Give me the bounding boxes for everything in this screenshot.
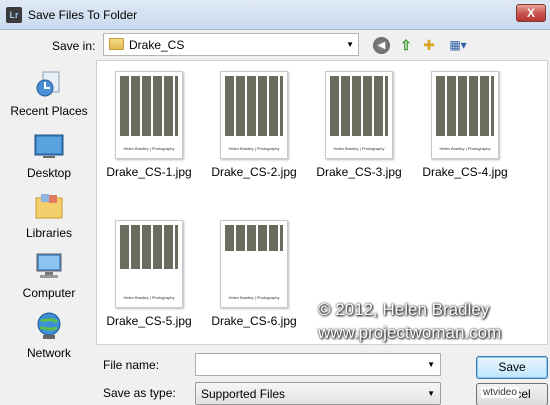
lightroom-app-icon: Lr xyxy=(6,7,22,23)
file-name: Drake_CS-1.jpg xyxy=(106,165,192,179)
views-menu-button[interactable]: ▦▾ xyxy=(445,36,471,54)
places-bar: Recent Places Desktop Libraries Computer… xyxy=(6,62,92,372)
save-as-type-value: Supported Files xyxy=(201,387,286,401)
file-item[interactable]: Helen Bradley | Photography Drake_CS-6.j… xyxy=(204,220,304,328)
file-item[interactable]: Helen Bradley | Photography Drake_CS-5.j… xyxy=(99,220,199,328)
libraries-icon xyxy=(33,190,65,222)
place-label: Libraries xyxy=(25,226,73,240)
file-name: Drake_CS-2.jpg xyxy=(211,165,297,179)
computer-icon xyxy=(33,250,65,282)
thumbnail-caption: Helen Bradley | Photography xyxy=(228,295,280,300)
thumbnail-caption: Helen Bradley | Photography xyxy=(333,146,385,151)
recent-places-icon xyxy=(33,68,65,100)
chevron-down-icon: ▼ xyxy=(346,40,354,49)
back-button[interactable]: ◀ xyxy=(373,37,390,54)
save-in-value: Drake_CS xyxy=(129,38,185,52)
place-network[interactable]: Network xyxy=(6,310,92,360)
chevron-down-icon[interactable]: ▼ xyxy=(427,360,435,369)
file-name: Drake_CS-6.jpg xyxy=(211,314,297,328)
thumbnail-caption: Helen Bradley | Photography xyxy=(123,295,175,300)
place-label: Desktop xyxy=(26,166,72,180)
file-thumbnail: Helen Bradley | Photography xyxy=(325,71,393,159)
save-in-label: Save in: xyxy=(52,39,96,53)
chevron-down-icon: ▼ xyxy=(427,389,435,398)
network-icon xyxy=(33,310,65,342)
save-as-type-select[interactable]: Supported Files ▼ xyxy=(195,382,441,405)
save-in-dropdown[interactable]: Drake_CS ▼ xyxy=(103,33,359,56)
file-item[interactable]: Helen Bradley | Photography Drake_CS-2.j… xyxy=(204,71,304,179)
copyright-watermark: © 2012, Helen Bradley xyxy=(318,300,490,319)
file-item[interactable]: Helen Bradley | Photography Drake_CS-3.j… xyxy=(309,71,409,179)
place-label: Computer xyxy=(22,286,76,300)
place-libraries[interactable]: Libraries xyxy=(6,190,92,240)
save-as-type-label: Save as type: xyxy=(103,386,176,400)
file-item[interactable]: Helen Bradley | Photography Drake_CS-4.j… xyxy=(415,71,515,179)
file-thumbnail: Helen Bradley | Photography xyxy=(115,71,183,159)
place-recent-places[interactable]: Recent Places xyxy=(6,68,92,118)
thumbnail-caption: Helen Bradley | Photography xyxy=(439,146,491,151)
title-bar: Lr Save Files To Folder X xyxy=(0,0,550,30)
file-name: Drake_CS-4.jpg xyxy=(422,165,508,179)
file-thumbnail: Helen Bradley | Photography xyxy=(431,71,499,159)
file-thumbnail: Helen Bradley | Photography xyxy=(115,220,183,308)
file-thumbnail: Helen Bradley | Photography xyxy=(220,71,288,159)
video-tag: wtvideo xyxy=(481,387,519,398)
file-item[interactable]: Helen Bradley | Photography Drake_CS-1.j… xyxy=(99,71,199,179)
close-button[interactable]: X xyxy=(516,4,546,22)
up-one-level-button[interactable]: ⇧ xyxy=(397,36,415,54)
website-watermark: www.projectwoman.com xyxy=(318,323,502,342)
file-name-input[interactable]: ▼ xyxy=(195,353,441,376)
window-title: Save Files To Folder xyxy=(28,8,138,22)
thumbnail-caption: Helen Bradley | Photography xyxy=(228,146,280,151)
file-name: Drake_CS-3.jpg xyxy=(316,165,402,179)
save-button[interactable]: Save xyxy=(476,356,548,379)
desktop-icon xyxy=(33,130,65,162)
folder-icon xyxy=(109,38,124,50)
new-folder-button[interactable]: ✚ xyxy=(420,36,438,54)
file-thumbnail: Helen Bradley | Photography xyxy=(220,220,288,308)
place-desktop[interactable]: Desktop xyxy=(6,130,92,180)
place-label: Recent Places xyxy=(10,104,88,118)
thumbnail-caption: Helen Bradley | Photography xyxy=(123,146,175,151)
file-name: Drake_CS-5.jpg xyxy=(106,314,192,328)
place-computer[interactable]: Computer xyxy=(6,250,92,300)
file-name-label: File name: xyxy=(103,358,160,372)
place-label: Network xyxy=(26,346,71,360)
